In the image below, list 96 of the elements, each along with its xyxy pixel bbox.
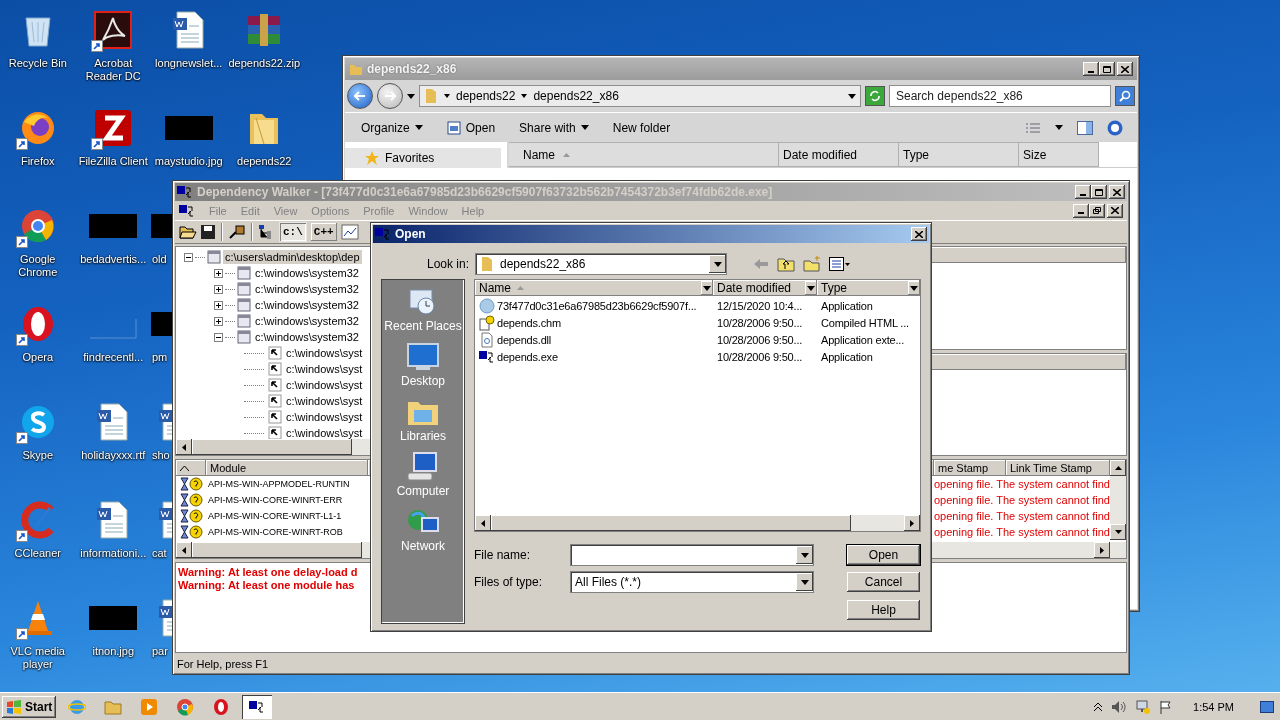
window-title: depends22_x86 [367,62,458,76]
icon-label[interactable]: sho [151,449,170,462]
icon-label[interactable]: Google Chrome [0,253,75,279]
column-header[interactable]: Type [899,142,1019,167]
column-header[interactable]: Link Time Stamp [1006,460,1110,476]
error-message: opening file. The system cannot find [934,525,1110,540]
toolbar-button[interactable]: Open [444,118,498,137]
nav-item[interactable]: Favorites [345,148,501,168]
file-date: 10/28/2006 9:50... [716,315,804,331]
toolbar-button[interactable]: New folder [610,118,673,137]
open-button[interactable]: Open [846,544,921,566]
icon-label[interactable]: longnewslet... [151,57,226,70]
tree-item[interactable]: c:\windows\syst [284,394,365,408]
file-name[interactable]: 73f477d0c31e6a67985d23b6629cf5907f... [475,297,713,314]
module-name: API-MS-WIN-CORE-WINRT-L1-1 [207,510,343,523]
icon-label[interactable]: FileZilla Client [76,155,151,168]
look-in-dropdown[interactable]: depends22_x86 [475,253,727,275]
icon-label[interactable]: pm [151,351,168,364]
address-bar[interactable]: depends22 depends22_x86 [419,85,861,107]
field-label: File name: [474,548,532,562]
column-header[interactable]: Type [817,280,920,296]
file-name[interactable]: depends.exe [475,348,713,365]
log-message: Warning: At least one module has [178,579,355,592]
tree-item[interactable]: c:\windows\syst [284,378,365,392]
breadcrumb-item[interactable]: depends22 [456,89,516,103]
field-label: Look in: [425,257,469,271]
tree-item[interactable]: c:\windows\system32 [253,282,361,296]
help-button[interactable]: Help [846,599,921,621]
column-header[interactable]: Date modified [713,280,817,296]
icon-label[interactable]: Acrobat Reader DC [76,57,151,83]
tree-item[interactable]: c:\windows\syst [284,346,365,360]
toolbar-button[interactable]: c:\ [279,222,307,242]
file-name[interactable]: depends.chm [475,314,713,331]
icon-label[interactable]: itnon.jpg [76,645,151,658]
error-message: opening file. The system cannot find [934,493,1110,508]
icon-label[interactable]: informationi... [76,547,151,560]
search-field[interactable]: Search depends22_x86 [889,85,1111,107]
breadcrumb-item[interactable]: depends22_x86 [533,89,619,103]
column-header[interactable]: Name [509,142,779,167]
place-button[interactable]: Network [399,504,447,555]
place-button[interactable]: Libraries [398,394,448,445]
icon-label[interactable]: maystudio.jpg [151,155,226,168]
file-date: 12/15/2020 10:4... [716,298,804,314]
icon-label[interactable]: cat [151,547,167,560]
tree-item[interactable]: c:\windows\system32 [253,330,361,344]
file-type: Compiled HTML ... [820,315,910,331]
error-message: opening file. The system cannot find [934,477,1110,492]
icon-label[interactable]: Skype [0,449,75,462]
file-type-dropdown[interactable]: All Files (*.*) [570,571,814,593]
module-name: API-MS-WIN-CORE-WINRT-ERR [207,494,344,507]
icon-label[interactable]: old [151,253,167,266]
tree-item[interactable]: c:\windows\system32 [253,266,361,280]
icon-label[interactable]: depends22.zip [227,57,302,70]
icon-label[interactable]: depends22 [227,155,302,168]
status-text: For Help, press F1 [176,656,270,672]
cancel-button[interactable]: Cancel [846,571,921,593]
column-header[interactable]: Size [1019,142,1099,167]
tree-item[interactable]: c:\users\admin\desktop\dep [223,250,362,264]
module-name: API-MS-WIN-APPMODEL-RUNTIN [207,478,351,491]
log-message: Warning: At least one delay-load d [178,566,358,579]
toolbar-button[interactable]: Share with [517,118,591,137]
tree-item[interactable]: c:\windows\syst [284,362,365,376]
place-button[interactable]: Computer [394,449,452,500]
error-message: opening file. The system cannot find [934,509,1110,524]
tree-item[interactable]: c:\windows\system32 [253,298,361,312]
file-type: Application [820,298,874,314]
place-button[interactable]: Recent Places [382,284,464,335]
icon-label[interactable]: findrecentl... [76,351,151,364]
file-type: Application [820,349,874,365]
column-header[interactable]: Name [475,280,713,296]
dialog-title: Open [395,227,427,241]
toolbar-button[interactable]: Organize [359,118,425,137]
icon-label[interactable]: Opera [0,351,75,364]
tree-item[interactable]: c:\windows\syst [284,426,365,439]
clock: 1:54 PM [1193,700,1234,713]
file-date: 10/28/2006 9:50... [716,349,804,365]
file-type: Application exte... [820,332,906,348]
icon-label[interactable]: CCleaner [0,547,75,560]
column-header[interactable]: Module [206,460,368,476]
tree-item[interactable]: c:\windows\system32 [253,314,361,328]
toolbar-button[interactable]: C++ [309,222,338,242]
icon-label[interactable]: bedadvertis... [76,253,151,266]
icon-label[interactable]: Firefox [0,155,75,168]
module-name: API-MS-WIN-CORE-WINRT-ROB [207,526,344,539]
column-header[interactable]: me Stamp [934,460,1006,476]
icon-label[interactable]: holidayxxx.rtf [76,449,151,462]
column-header[interactable]: Date modified [779,142,899,167]
place-button[interactable]: Desktop [399,339,447,390]
window-title: Dependency Walker - [73f477d0c31e6a67985d23b6629cf5907f63732b562b7454372b3ef74fdb62de.exe] [197,185,774,199]
field-label: Files of type: [474,575,544,589]
start-button[interactable]: Start [2,695,57,718]
icon-label[interactable]: Recycle Bin [0,57,75,70]
file-name[interactable]: depends.dll [475,331,713,348]
file-date: 10/28/2006 9:50... [716,332,804,348]
tree-item[interactable]: c:\windows\syst [284,410,365,424]
icon-label[interactable]: VLC media player [0,645,75,671]
